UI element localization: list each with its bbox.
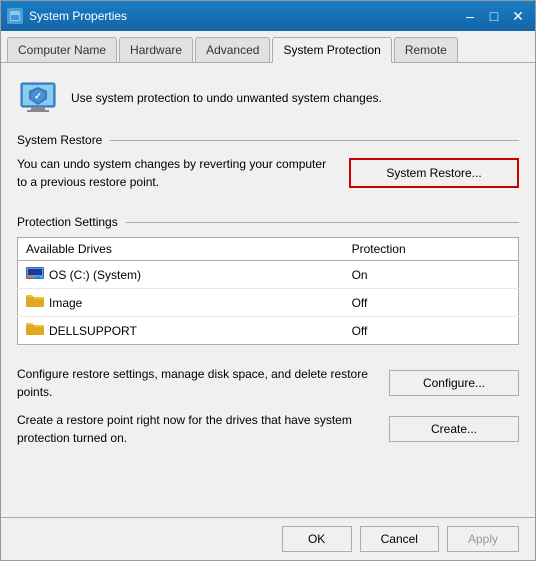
drive-os: OS (C:) (System) bbox=[18, 261, 344, 289]
tab-hardware[interactable]: Hardware bbox=[119, 37, 193, 62]
tab-bar: Computer Name Hardware Advanced System P… bbox=[1, 31, 535, 63]
maximize-button[interactable]: □ bbox=[483, 5, 505, 27]
drive-image-protection: Off bbox=[344, 289, 519, 317]
footer: OK Cancel Apply bbox=[1, 517, 535, 560]
system-restore-label: System Restore bbox=[17, 133, 519, 147]
os-drive-icon bbox=[26, 265, 44, 284]
tab-computer-name[interactable]: Computer Name bbox=[7, 37, 117, 62]
configure-text: Configure restore settings, manage disk … bbox=[17, 365, 377, 401]
restore-row: You can undo system changes by reverting… bbox=[17, 155, 519, 191]
info-text: Use system protection to undo unwanted s… bbox=[71, 90, 382, 107]
protection-settings-label: Protection Settings bbox=[17, 215, 519, 229]
window-controls: – □ ✕ bbox=[459, 5, 529, 27]
tab-advanced[interactable]: Advanced bbox=[195, 37, 270, 62]
tab-system-protection[interactable]: System Protection bbox=[272, 37, 391, 63]
window-title: System Properties bbox=[29, 9, 127, 23]
create-text: Create a restore point right now for the… bbox=[17, 411, 377, 447]
drive-image-label: Image bbox=[49, 296, 82, 310]
ok-button[interactable]: OK bbox=[282, 526, 352, 552]
folder-icon-2 bbox=[26, 321, 44, 340]
protection-icon: ✓ bbox=[17, 77, 59, 119]
configure-row: Configure restore settings, manage disk … bbox=[17, 365, 519, 401]
folder-icon bbox=[26, 293, 44, 312]
cancel-button[interactable]: Cancel bbox=[360, 526, 439, 552]
close-button[interactable]: ✕ bbox=[507, 5, 529, 27]
info-section: ✓ Use system protection to undo unwanted… bbox=[17, 77, 519, 119]
svg-text:✓: ✓ bbox=[34, 91, 42, 101]
drive-os-label: OS (C:) (System) bbox=[49, 268, 141, 282]
table-row[interactable]: DELLSUPPORT Off bbox=[18, 317, 519, 345]
col-drives: Available Drives bbox=[18, 238, 344, 261]
drive-os-protection: On bbox=[344, 261, 519, 289]
apply-button[interactable]: Apply bbox=[447, 526, 519, 552]
title-bar: System Properties – □ ✕ bbox=[1, 1, 535, 31]
system-restore-button[interactable]: System Restore... bbox=[349, 158, 519, 188]
system-restore-section: System Restore You can undo system chang… bbox=[17, 133, 519, 205]
configure-button[interactable]: Configure... bbox=[389, 370, 519, 396]
window-icon bbox=[7, 8, 23, 24]
tab-remote[interactable]: Remote bbox=[394, 37, 458, 62]
minimize-button[interactable]: – bbox=[459, 5, 481, 27]
drives-table: Available Drives Protection bbox=[17, 237, 519, 345]
create-button[interactable]: Create... bbox=[389, 416, 519, 442]
title-bar-content: System Properties bbox=[7, 8, 127, 24]
table-row[interactable]: OS (C:) (System) On bbox=[18, 261, 519, 289]
drive-dellsupport-protection: Off bbox=[344, 317, 519, 345]
col-protection: Protection bbox=[344, 238, 519, 261]
create-row: Create a restore point right now for the… bbox=[17, 411, 519, 447]
drive-image: Image bbox=[18, 289, 344, 317]
system-properties-window: System Properties – □ ✕ Computer Name Ha… bbox=[0, 0, 536, 561]
tab-content: ✓ Use system protection to undo unwanted… bbox=[1, 63, 535, 517]
restore-description: You can undo system changes by reverting… bbox=[17, 155, 333, 191]
drive-dellsupport-label: DELLSUPPORT bbox=[49, 324, 137, 338]
table-row[interactable]: Image Off bbox=[18, 289, 519, 317]
protection-settings-section: Protection Settings Available Drives Pro… bbox=[17, 215, 519, 355]
drive-dellsupport: DELLSUPPORT bbox=[18, 317, 344, 345]
